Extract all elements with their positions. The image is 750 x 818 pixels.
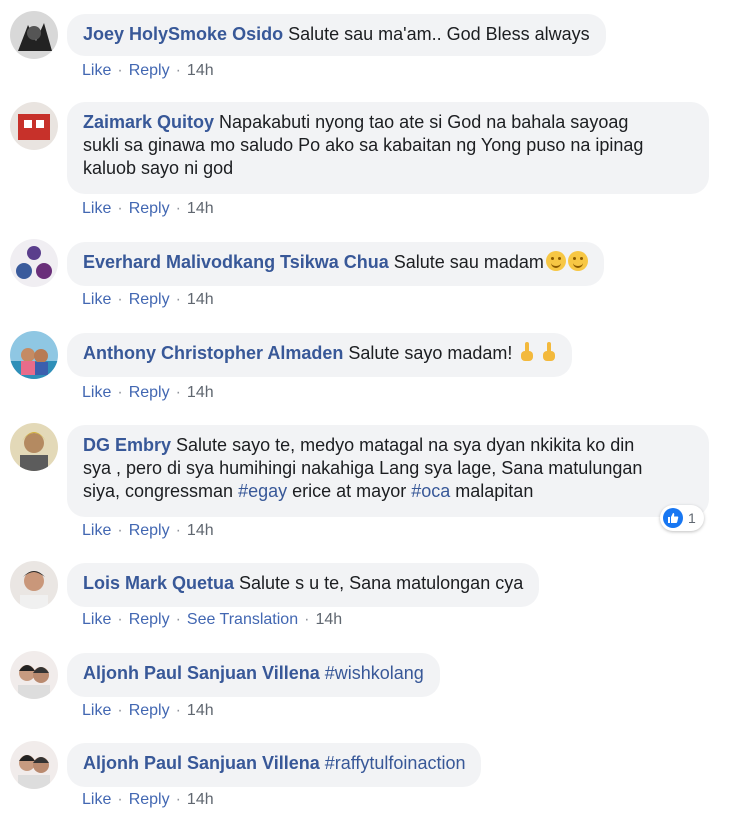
reply-link[interactable]: Reply [129, 291, 170, 308]
reply-link[interactable]: Reply [129, 200, 170, 217]
separator: · [117, 522, 123, 539]
separator: · [117, 62, 123, 79]
avatar[interactable] [10, 239, 58, 287]
comment-actions: Like · Reply · 14h [82, 384, 214, 402]
comment-text: Salute sau ma'am.. God Bless always [288, 24, 590, 44]
comment-text-line: Salute sayo te, medyo matagal na sya dya… [176, 435, 635, 455]
like-link[interactable]: Like [82, 291, 111, 308]
comment-timestamp[interactable]: 14h [187, 62, 214, 79]
comment-timestamp[interactable]: 14h [187, 522, 214, 539]
comment-text-line: sukli sa ginawa mo saludo Po ako sa kaba… [83, 135, 644, 155]
comment-actions: Like · Reply · 14h [82, 702, 214, 720]
separator: · [175, 611, 181, 628]
comment-bubble: Lois Mark Quetua Salute s u te, Sana matu… [67, 563, 540, 607]
comment-actions: Like · Reply · 14h [82, 62, 214, 80]
reply-link[interactable]: Reply [129, 611, 170, 628]
comment-author[interactable]: Lois Mark Quetua [83, 573, 234, 593]
comment-text: malapitan [455, 481, 534, 501]
pointing-up-emoji [542, 342, 556, 362]
avatar[interactable] [10, 651, 58, 699]
separator: · [304, 611, 310, 628]
separator: · [175, 200, 181, 217]
separator: · [117, 611, 123, 628]
separator: · [117, 702, 123, 719]
thumbs-up-icon [663, 508, 683, 528]
comment-author[interactable]: Joey HolySmoke Osido [83, 24, 283, 44]
avatar[interactable] [10, 423, 58, 471]
comment-timestamp[interactable]: 14h [187, 791, 214, 808]
comment-bubble: DG Embry Salute sayo te, medyo matagal na… [67, 425, 709, 517]
comment-bubble: Aljonh Paul Sanjuan Villena #wishkolang [67, 653, 440, 697]
avatar[interactable] [10, 102, 58, 150]
comment-bubble: Zaimark Quitoy Napakabuti nyong tao ate s… [67, 102, 709, 194]
like-link[interactable]: Like [82, 702, 111, 719]
avatar[interactable] [10, 331, 58, 379]
avatar[interactable] [10, 561, 58, 609]
reply-link[interactable]: Reply [129, 702, 170, 719]
comment-author[interactable]: Everhard Malivodkang Tsikwa Chua [83, 252, 389, 272]
comment-actions: Like · Reply · See Translation · 14h [82, 611, 342, 629]
comment-actions: Like · Reply · 14h [82, 522, 214, 540]
smiling-face-emoji [545, 251, 566, 271]
reply-link[interactable]: Reply [129, 384, 170, 401]
like-link[interactable]: Like [82, 611, 111, 628]
comment-bubble: Aljonh Paul Sanjuan Villena #raffytulfoin… [67, 743, 482, 787]
comment-text-line: Napakabuti nyong tao ate si God na bahal… [219, 112, 629, 132]
like-link[interactable]: Like [82, 200, 111, 217]
comment-text: erice at mayor [292, 481, 407, 501]
separator: · [175, 702, 181, 719]
separator: · [117, 384, 123, 401]
separator: · [175, 791, 181, 808]
reaction-count: 1 [688, 510, 696, 526]
like-link[interactable]: Like [82, 522, 111, 539]
avatar[interactable] [10, 741, 58, 789]
reaction-count-badge[interactable]: 1 [660, 505, 704, 531]
hashtag-link[interactable]: #oca [411, 481, 450, 501]
separator: · [117, 791, 123, 808]
see-translation-link[interactable]: See Translation [187, 611, 298, 628]
comment-actions: Like · Reply · 14h [82, 291, 214, 309]
comment-bubble: Joey HolySmoke Osido Salute sau ma'am.. G… [67, 14, 606, 56]
hashtag-link[interactable]: #raffytulfoinaction [325, 753, 466, 773]
comment-author[interactable]: Aljonh Paul Sanjuan Villena [83, 663, 320, 683]
comment-bubble: Anthony Christopher Almaden Salute sayo m… [67, 333, 573, 377]
hashtag-link[interactable]: #wishkolang [325, 663, 424, 683]
comment-author[interactable]: Aljonh Paul Sanjuan Villena [83, 753, 320, 773]
comment-actions: Like · Reply · 14h [82, 791, 214, 809]
hashtag-link[interactable]: #egay [238, 481, 287, 501]
comment-text-line: kaluob sayo ni god [83, 158, 234, 178]
separator: · [175, 291, 181, 308]
comment-timestamp[interactable]: 14h [187, 702, 214, 719]
comment-author[interactable]: DG Embry [83, 435, 171, 455]
comment-text: Salute sau madam [393, 252, 544, 272]
comment-author[interactable]: Anthony Christopher Almaden [83, 343, 343, 363]
reply-link[interactable]: Reply [129, 62, 170, 79]
comment-timestamp[interactable]: 14h [187, 291, 214, 308]
separator: · [117, 291, 123, 308]
separator: · [175, 62, 181, 79]
reply-link[interactable]: Reply [129, 791, 170, 808]
comment-text: Salute s u te, Sana matulongan cya [239, 573, 524, 593]
comment-text-line: sya , pero di sya humihingi nakahiga Lan… [83, 458, 643, 478]
comment-timestamp[interactable]: 14h [315, 611, 342, 628]
comment-timestamp[interactable]: 14h [187, 384, 214, 401]
like-link[interactable]: Like [82, 791, 111, 808]
like-link[interactable]: Like [82, 384, 111, 401]
comment-bubble: Everhard Malivodkang Tsikwa Chua Salute s… [67, 242, 604, 286]
separator: · [175, 522, 181, 539]
comment-timestamp[interactable]: 14h [187, 200, 214, 217]
separator: · [117, 200, 123, 217]
comment-author[interactable]: Zaimark Quitoy [83, 112, 214, 132]
comment-text-line: siya, congressman [83, 481, 234, 501]
smiling-face-emoji [567, 251, 588, 271]
like-link[interactable]: Like [82, 62, 111, 79]
avatar[interactable] [10, 11, 58, 59]
separator: · [175, 384, 181, 401]
comment-text: Salute sayo madam! [348, 343, 513, 363]
comment-actions: Like · Reply · 14h [82, 200, 214, 218]
reply-link[interactable]: Reply [129, 522, 170, 539]
pointing-up-emoji [520, 342, 534, 362]
